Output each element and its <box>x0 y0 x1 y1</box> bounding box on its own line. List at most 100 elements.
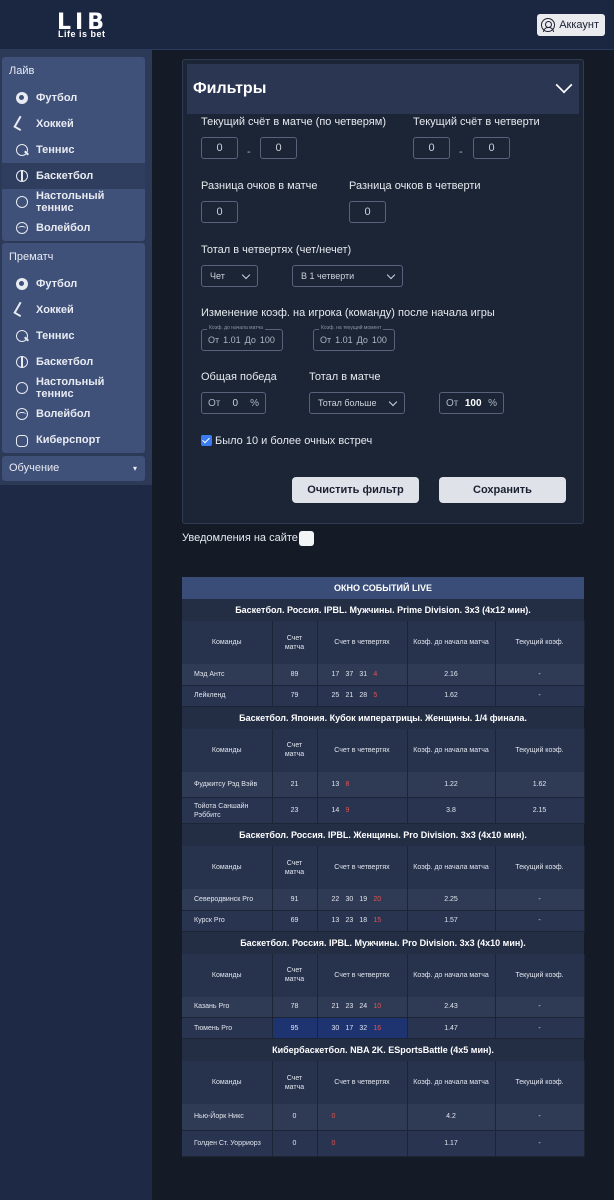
quarter-score: 4 <box>373 670 378 678</box>
sidebar-item[interactable]: Настольный теннис <box>2 375 145 401</box>
clear-filter-button[interactable]: Очистить фильтр <box>292 477 419 503</box>
odds-before-to-label: До <box>244 335 256 345</box>
quarter-score: 10 <box>373 1003 382 1011</box>
total-pct-suffix: % <box>488 397 497 409</box>
score-in-quarter-away-input[interactable]: 0 <box>473 137 510 159</box>
events-table: Команды Счет матча Счет в четвертях Коэф. д… <box>182 621 585 707</box>
sidebar-item[interactable]: Киберспорт <box>2 427 145 453</box>
sidebar-item[interactable]: Теннис <box>2 323 145 349</box>
events-title: ОКНО СОБЫТИЙ LIVE <box>182 577 584 599</box>
column-header: Счет в четвертях <box>317 846 408 889</box>
score-by-quarters-away-input[interactable]: 0 <box>260 137 297 159</box>
parity-select[interactable]: Чет <box>201 265 258 287</box>
table-row[interactable]: Тойота Саншайн Рэббитс 23 14 9 3.8 2.15 <box>182 797 585 824</box>
table-row[interactable]: Нью-Йорк Никс 0 0 4.2- <box>182 1104 585 1131</box>
filters-title: Фильтры <box>193 80 267 97</box>
live-menu-title[interactable]: Лайв <box>2 57 145 85</box>
quarter-score: 5 <box>373 692 378 699</box>
odds-before: 1.17 <box>407 1130 496 1157</box>
basketball-icon <box>16 356 28 368</box>
score-separator: - <box>247 146 251 158</box>
table-row[interactable]: Северодвинск Pro 91 22 30 19 20 2.25- <box>182 889 585 911</box>
learning-menu[interactable]: Обучение ▾ <box>2 456 145 481</box>
user-icon <box>541 18 556 32</box>
total-win-prefix: От <box>208 397 221 409</box>
total-win-suffix: % <box>250 397 259 409</box>
sidebar-item[interactable]: Футбол <box>2 271 145 297</box>
odds-before: 1.57 <box>407 910 496 932</box>
team-name: Тойота Саншайн Рэббитс <box>182 797 273 824</box>
sidebar-item-label: Волейбол <box>36 408 91 420</box>
total-quarters-label: Тотал в четвертях (чет/нечет) <box>201 244 352 256</box>
sidebar-item[interactable]: Футбол <box>2 85 145 111</box>
filters-header[interactable]: Фильтры <box>187 64 579 114</box>
column-header: Счет в четвертях <box>317 1061 408 1104</box>
sidebar-item[interactable]: Хоккей <box>2 111 145 137</box>
quarter-score: 25 <box>331 692 340 699</box>
score-by-quarters-home-input[interactable]: 0 <box>201 137 238 159</box>
odds-before-to: 100 <box>259 335 275 345</box>
quarter-select[interactable]: В 1 четверти <box>292 265 403 287</box>
table-row[interactable]: Фуджитсу Рэд Вэйв 21 13 8 1.22 1.62 <box>182 771 585 798</box>
sidebar-item[interactable]: Волейбол <box>2 215 145 241</box>
odds-before-range[interactable]: Коэф. до начала матча От 1.01 До 100 <box>201 325 283 351</box>
total-percent-input[interactable]: От 100 % <box>439 392 504 414</box>
odds-current: - <box>495 1104 585 1131</box>
sidebar-item[interactable]: Настольный теннис <box>2 189 145 215</box>
sidebar-item[interactable]: Теннис <box>2 137 145 163</box>
odds-current-range[interactable]: Коэф. на текущий момент От 1.01 До 100 <box>313 325 395 351</box>
quarter-score: 20 <box>373 895 382 903</box>
logo[interactable]: LIB Life is bet <box>57 12 129 39</box>
table-row[interactable]: Тюмень Pro 95 30 17 32 16 1.47- <box>182 1017 585 1039</box>
volleyball-icon <box>16 222 28 234</box>
account-button[interactable]: Аккаунт <box>537 14 605 36</box>
table-row[interactable]: Казань Pro 78 21 23 24 10 2.43- <box>182 996 585 1018</box>
diff-match-label: Разница очков в матче <box>201 180 318 192</box>
diff-match-input[interactable]: 0 <box>201 201 238 223</box>
sidebar-item-label: Киберспорт <box>36 434 101 446</box>
table-header: Команды Счет матча Счет в четвертях Коэф. д… <box>182 621 585 664</box>
score-in-quarter-home-input[interactable]: 0 <box>413 137 450 159</box>
sidebar-item[interactable]: Баскетбол <box>2 163 145 189</box>
total-match-label: Тотал в матче <box>309 371 381 383</box>
events-table: Команды Счет матча Счет в четвертях Коэф. д… <box>182 846 585 932</box>
column-header: Команды <box>182 953 273 997</box>
total-select-value: Тотал больше <box>318 398 377 408</box>
total-win-label: Общая победа <box>201 371 277 383</box>
table-row[interactable]: Лейкленд 79 25 21 28 5 1.62- <box>182 685 585 707</box>
sidebar-item-label: Баскетбол <box>36 356 94 368</box>
quarter-scores: 13 8 <box>317 771 408 798</box>
sidebar-item[interactable]: Баскетбол <box>2 349 145 375</box>
sidebar-item-label: Баскетбол <box>36 170 94 182</box>
column-header: Команды <box>182 621 273 664</box>
column-header: Команды <box>182 846 273 889</box>
odds-before: 1.62 <box>407 685 496 707</box>
table-row[interactable]: Голден Ст. Уорриорз 0 0 1.17- <box>182 1130 585 1157</box>
learning-label: Обучение <box>9 462 60 474</box>
quarter-score: 17 <box>331 670 340 678</box>
quarter-select-value: В 1 четверти <box>301 271 355 281</box>
quarter-score: 23 <box>345 917 354 924</box>
sidebar-item[interactable]: Хоккей <box>2 297 145 323</box>
notifications-checkbox[interactable] <box>299 531 314 546</box>
quarter-score: 13 <box>331 917 340 924</box>
match-score: 0 <box>272 1104 318 1131</box>
meetings-checkbox[interactable] <box>201 435 212 446</box>
sidebar-item[interactable]: Волейбол <box>2 401 145 427</box>
column-header: Счет матча <box>272 846 318 889</box>
diff-quarter-input[interactable]: 0 <box>349 201 386 223</box>
total-select[interactable]: Тотал больше <box>309 392 405 414</box>
save-button[interactable]: Сохранить <box>439 477 566 503</box>
table-row[interactable]: Курск Pro 69 13 23 18 15 1.57- <box>182 910 585 932</box>
total-win-input[interactable]: От 0 % <box>201 392 266 414</box>
events-table: Команды Счет матча Счет в четвертях Коэф. д… <box>182 953 585 1039</box>
odds-current: 2.15 <box>495 797 585 824</box>
odds-before: 2.16 <box>407 664 496 686</box>
football-icon <box>16 278 28 290</box>
volleyball-icon <box>16 408 28 420</box>
odds-current: - <box>495 685 585 707</box>
table-row[interactable]: Мэд Антс 89 17 37 31 4 2.16- <box>182 664 585 686</box>
quarter-score: 22 <box>331 895 340 903</box>
match-score: 23 <box>272 797 318 824</box>
prematch-menu-title[interactable]: Прематч <box>2 243 145 271</box>
